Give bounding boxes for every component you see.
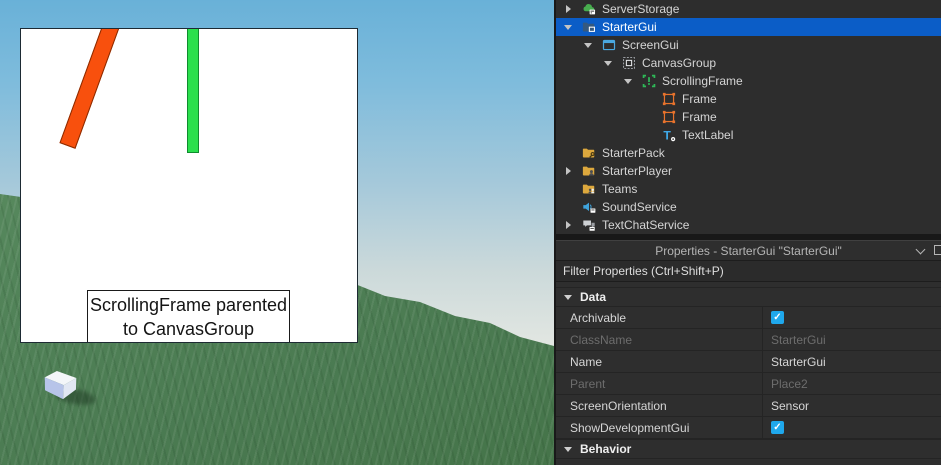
section-label: Behavior — [580, 442, 632, 456]
explorer-tree: ServerStorage StarterGui ScreenGui CanvasGr… — [556, 0, 941, 234]
property-name: Archivable — [570, 310, 627, 325]
tree-item-label: StarterPack — [602, 146, 665, 160]
property-name: ShowDevelopmentGui — [570, 420, 690, 435]
tree-item-label: TextChatService — [602, 218, 690, 232]
tree-item-frame[interactable]: Frame — [556, 108, 941, 126]
tree-item-serverstorage[interactable]: ServerStorage — [556, 0, 941, 18]
rotated-frame-bar — [59, 29, 122, 149]
tree-item-scrollingframe[interactable]: ScrollingFrame — [556, 72, 941, 90]
vertical-frame-bar — [187, 29, 199, 153]
tree-item-label: ScreenGui — [622, 38, 679, 52]
tree-item-label: ScrollingFrame — [662, 74, 743, 88]
tree-item-label: Frame — [682, 110, 717, 124]
tree-item-startergui[interactable]: StarterGui — [556, 18, 941, 36]
server-storage-icon — [582, 2, 596, 16]
text-label: ScrollingFrame parented to CanvasGroup — [87, 290, 290, 342]
property-row-archivable: Archivable ✓ — [556, 307, 941, 329]
filter-placeholder: Filter Properties (Ctrl+Shift+P) — [563, 264, 724, 278]
caption-line-2: to CanvasGroup — [122, 319, 255, 339]
screen-gui-icon — [602, 38, 616, 52]
tree-item-label: SoundService — [602, 200, 677, 214]
frame-icon — [662, 110, 676, 124]
tree-item-starterpack[interactable]: StarterPack — [556, 144, 941, 162]
tree-item-label: CanvasGroup — [642, 56, 717, 70]
tree-item-teams[interactable]: Teams — [556, 180, 941, 198]
property-row-name: Name StarterGui — [556, 351, 941, 373]
properties-body: Data Archivable ✓ ClassName StarterGui Name St… — [556, 282, 941, 465]
tree-item-textlabel[interactable]: T TextLabel — [556, 126, 941, 144]
starter-pack-icon — [582, 146, 596, 160]
property-value: Place2 — [762, 373, 941, 394]
property-value[interactable]: StarterGui — [762, 351, 941, 372]
property-row-parent: Parent Place2 — [556, 373, 941, 395]
section-collapse-icon[interactable] — [564, 294, 572, 300]
property-value: StarterGui — [762, 329, 941, 350]
chevron-collapsed-icon[interactable] — [562, 221, 574, 229]
checkbox-checked-icon[interactable]: ✓ — [771, 311, 784, 324]
roblox-studio-window: ScrollingFrame parented to CanvasGroup S… — [0, 0, 941, 465]
tree-item-label: StarterPlayer — [602, 164, 673, 178]
chevron-collapsed-icon[interactable] — [562, 5, 574, 13]
tree-item-canvasgroup[interactable]: CanvasGroup — [556, 54, 941, 72]
explorer-panel: ServerStorage StarterGui ScreenGui CanvasGr… — [556, 0, 941, 234]
property-name: ScreenOrientation — [570, 398, 667, 413]
section-collapse-icon[interactable] — [564, 446, 572, 452]
frame-icon — [662, 92, 676, 106]
game-viewport[interactable]: ScrollingFrame parented to CanvasGroup — [0, 0, 554, 465]
tree-item-label: Teams — [602, 182, 638, 196]
section-header-data[interactable]: Data — [556, 287, 941, 307]
property-row-screenorientation: ScreenOrientation Sensor — [556, 395, 941, 417]
sound-service-icon — [582, 200, 596, 214]
property-name: ClassName — [570, 332, 633, 347]
text-chat-service-icon — [582, 218, 596, 232]
side-panels: ServerStorage StarterGui ScreenGui CanvasGr… — [554, 0, 941, 465]
tree-item-soundservice[interactable]: SoundService — [556, 198, 941, 216]
section-header-behavior[interactable]: Behavior — [556, 439, 941, 459]
text-label-icon: T — [662, 128, 676, 142]
tree-item-label: Frame — [682, 92, 717, 106]
property-value[interactable]: ✓ — [762, 307, 941, 328]
property-value[interactable]: Sensor — [762, 395, 941, 416]
properties-header[interactable]: Properties - StarterGui "StarterGui" — [556, 240, 941, 260]
chevron-expanded-icon[interactable] — [582, 42, 594, 48]
svg-text:T: T — [663, 128, 671, 142]
property-value[interactable]: ✓ — [762, 417, 941, 438]
scrolling-frame-icon — [642, 74, 656, 88]
canvas-group-icon — [622, 56, 636, 70]
part-cube[interactable] — [44, 371, 78, 403]
canvas-group-frame: ScrollingFrame parented to CanvasGroup — [20, 28, 358, 343]
teams-icon — [582, 182, 596, 196]
tree-item-screengui[interactable]: ScreenGui — [556, 36, 941, 54]
tree-item-starterplayer[interactable]: StarterPlayer — [556, 162, 941, 180]
chevron-collapsed-icon[interactable] — [562, 167, 574, 175]
chevron-down-icon[interactable] — [915, 244, 926, 255]
properties-title: Properties - StarterGui "StarterGui" — [655, 243, 842, 258]
tree-item-label: TextLabel — [682, 128, 734, 142]
property-name: Parent — [570, 376, 606, 391]
caption-line-1: ScrollingFrame parented — [89, 295, 288, 315]
property-row-showdevelopmentgui: ShowDevelopmentGui ✓ — [556, 417, 941, 439]
tree-item-label: ServerStorage — [602, 2, 680, 16]
section-label: Data — [580, 290, 607, 304]
chevron-expanded-icon[interactable] — [622, 78, 634, 84]
popout-icon[interactable] — [934, 245, 941, 255]
chevron-expanded-icon[interactable] — [602, 60, 614, 66]
filter-properties-input[interactable]: Filter Properties (Ctrl+Shift+P) — [556, 260, 941, 282]
properties-panel: Properties - StarterGui "StarterGui" Fil… — [556, 240, 941, 465]
property-name: Name — [570, 354, 603, 369]
tree-item-frame[interactable]: Frame — [556, 90, 941, 108]
chevron-expanded-icon[interactable] — [562, 24, 574, 30]
tree-item-label: StarterGui — [602, 20, 657, 34]
property-row-classname: ClassName StarterGui — [556, 329, 941, 351]
starter-gui-icon — [582, 20, 596, 34]
checkbox-checked-icon[interactable]: ✓ — [771, 421, 784, 434]
starter-player-icon — [582, 164, 596, 178]
tree-item-textchatservice[interactable]: TextChatService — [556, 216, 941, 234]
